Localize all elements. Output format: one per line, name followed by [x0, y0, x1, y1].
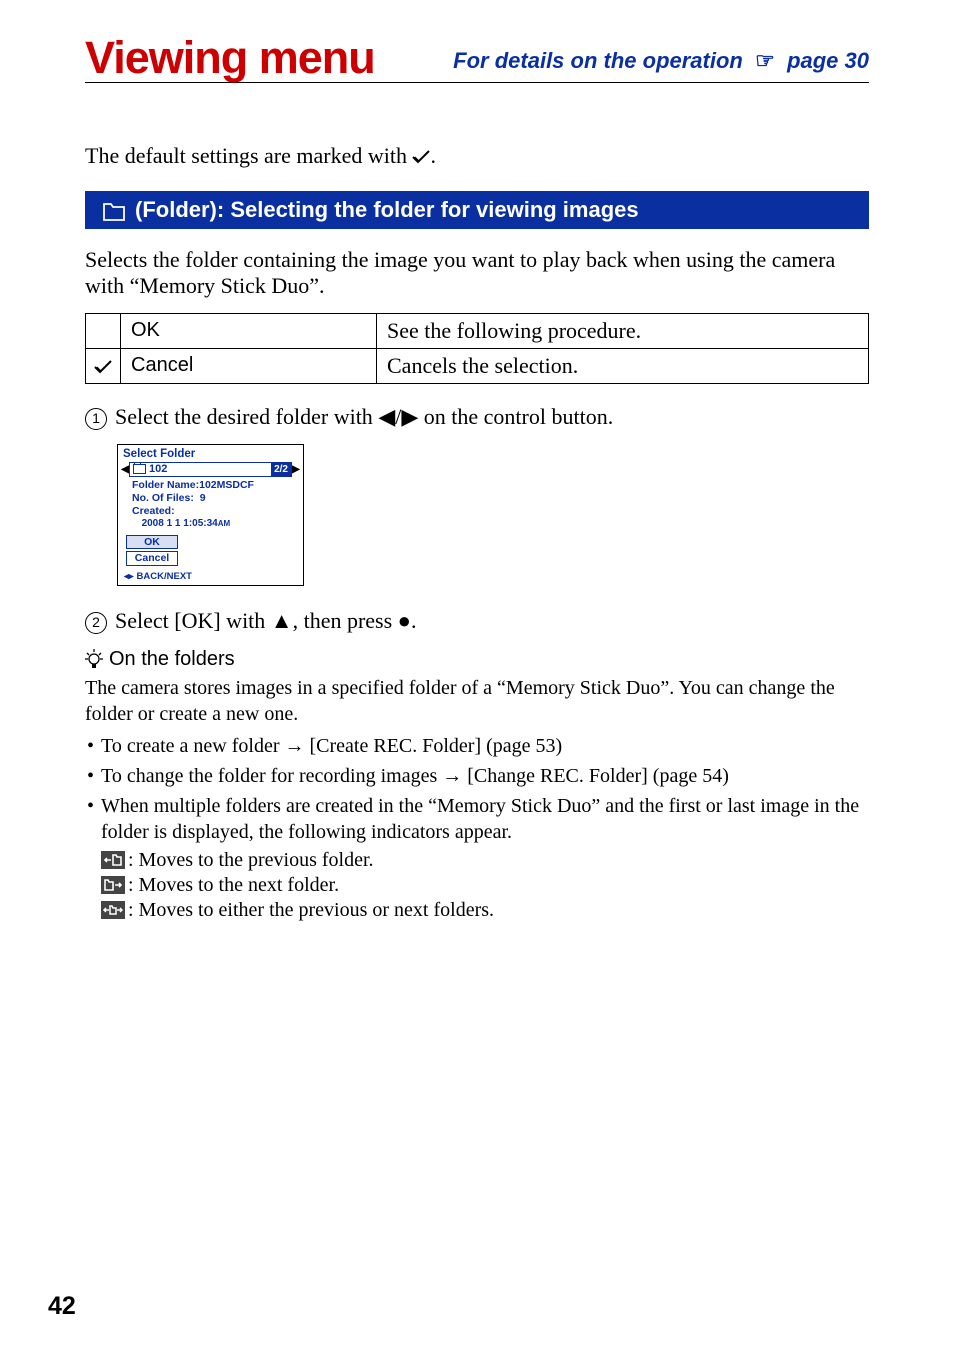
intro-paragraph: The default settings are marked with .: [85, 141, 869, 171]
section-description: Selects the folder containing the image …: [85, 247, 869, 299]
lcd-page-indicator: 2/2: [271, 463, 291, 476]
list-item: To change the folder for recording image…: [85, 763, 869, 789]
step-1: 1 Select the desired folder with ◀/▶ on …: [85, 404, 869, 430]
lcd-folder-left: 102: [130, 463, 271, 475]
prev-folder-icon: [101, 851, 125, 869]
option-desc: Cancels the selection.: [377, 348, 869, 383]
lcd-files-value: 9: [200, 492, 206, 504]
triangle-up-icon: ▲: [271, 608, 293, 633]
step-1-before: Select the desired folder with: [115, 404, 378, 429]
page-header: Viewing menu For details on the operatio…: [85, 35, 869, 83]
step-2-after: .: [411, 608, 417, 633]
check-default-icon: [412, 149, 430, 164]
indicator-prev-text: : Moves to the previous folder.: [128, 849, 374, 872]
filled-circle-icon: ●: [398, 608, 411, 633]
step-2: 2 Select [OK] with ▲, then press ●.: [85, 608, 869, 634]
lcd-ok-button: OK: [126, 535, 178, 550]
step-2-mid: , then press: [293, 608, 398, 633]
indicator-next-text: : Moves to the next folder.: [128, 874, 339, 897]
option-check-cell: [86, 348, 121, 383]
lcd-foldername-label: Folder Name:: [132, 479, 199, 491]
lcd-files-label: No. Of Files:: [132, 492, 194, 504]
step-number-2-icon: 2: [85, 612, 107, 634]
next-folder-icon: [101, 876, 125, 894]
lcd-screenshot: Select Folder ◀ 102 2/2 ▶ Folder Name:10…: [117, 444, 304, 586]
table-row: Cancel Cancels the selection.: [86, 348, 869, 383]
tip-heading: On the folders: [85, 648, 869, 671]
arrow-right-icon: →: [285, 735, 305, 757]
lcd-foldername-value: 102MSDCF: [199, 479, 254, 491]
lcd-buttons: OK Cancel: [118, 533, 303, 571]
tip-bullets: To create a new folder → [Create REC. Fo…: [85, 733, 869, 845]
options-table: OK See the following procedure. Cancel C…: [85, 313, 869, 384]
arrow-right-icon: →: [442, 765, 462, 787]
lcd-arrow-left-icon: ◀: [121, 464, 129, 475]
check-default-icon: [94, 359, 112, 374]
bullet-0-post: [Create REC. Folder] (page 53): [305, 735, 563, 757]
bullet-1-post: [Change REC. Folder] (page 54): [462, 765, 729, 787]
header-right-prefix: For details on the operation: [453, 48, 743, 73]
lcd-footer: ◂▸ BACK/NEXT: [118, 571, 303, 585]
option-desc: See the following procedure.: [377, 313, 869, 348]
list-item: To create a new folder → [Create REC. Fo…: [85, 733, 869, 759]
step-2-before: Select [OK] with: [115, 608, 271, 633]
list-item: When multiple folders are created in the…: [85, 793, 869, 845]
lcd-folder-box: 102 2/2: [129, 462, 292, 477]
lcd-info-block: Folder Name:102MSDCF No. Of Files: 9 Cre…: [118, 479, 303, 533]
section-heading-bar: (Folder): Selecting the folder for viewi…: [85, 191, 869, 229]
step-1-after: on the control button.: [418, 404, 613, 429]
lcd-folder-row: ◀ 102 2/2 ▶: [118, 462, 303, 479]
intro-after: .: [430, 143, 436, 168]
indicator-both: : Moves to either the previous or next f…: [101, 899, 869, 922]
intro-before: The default settings are marked with: [85, 143, 412, 168]
bullet-0-pre: To create a new folder: [101, 735, 285, 757]
lcd-arrow-right-icon: ▶: [292, 464, 300, 475]
section-title: (Folder): Selecting the folder for viewi…: [135, 197, 639, 223]
pointing-hand-icon: ☞: [749, 48, 781, 74]
triangle-left-icon: ◀: [378, 404, 395, 429]
bullet-1-pre: To change the folder for recording image…: [101, 765, 442, 787]
lcd-footer-arrows-icon: ◂▸: [124, 571, 134, 582]
table-row: OK See the following procedure.: [86, 313, 869, 348]
lcd-footer-text: BACK/NEXT: [137, 571, 192, 582]
prev-next-folder-icon: [101, 901, 125, 919]
indicator-prev: : Moves to the previous folder.: [101, 849, 869, 872]
option-label: OK: [121, 313, 377, 348]
step-number-1-icon: 1: [85, 408, 107, 430]
mini-folder-icon: [133, 464, 146, 474]
folder-icon: [103, 201, 125, 219]
page-title: Viewing menu: [85, 35, 375, 80]
lcd-folder-num: 102: [149, 463, 167, 475]
triangle-right-icon: ▶: [401, 404, 418, 429]
lcd-created-ampm: AM: [218, 519, 230, 528]
step-2-text: Select [OK] with ▲, then press ●.: [115, 608, 416, 634]
header-cross-ref: For details on the operation ☞ page 30: [453, 48, 869, 80]
lcd-created-label: Created:: [132, 505, 293, 518]
lcd-cancel-button: Cancel: [126, 551, 178, 566]
indicator-both-text: : Moves to either the previous or next f…: [128, 899, 494, 922]
step-1-text: Select the desired folder with ◀/▶ on th…: [115, 404, 613, 430]
lightbulb-icon: [85, 649, 103, 669]
lcd-created-value-line: 2008 1 1 1:05:34AM: [132, 518, 293, 531]
page-number: 42: [48, 1292, 76, 1321]
option-check-cell: [86, 313, 121, 348]
tip-body: The camera stores images in a specified …: [85, 675, 869, 727]
lcd-title: Select Folder: [118, 445, 303, 462]
tip-heading-text: On the folders: [109, 648, 235, 671]
indicator-next: : Moves to the next folder.: [101, 874, 869, 897]
page: Viewing menu For details on the operatio…: [0, 0, 954, 1357]
option-label: Cancel: [121, 348, 377, 383]
header-right-pageref: page 30: [787, 48, 869, 73]
lcd-created-value: 2008 1 1 1:05:34: [142, 518, 218, 529]
